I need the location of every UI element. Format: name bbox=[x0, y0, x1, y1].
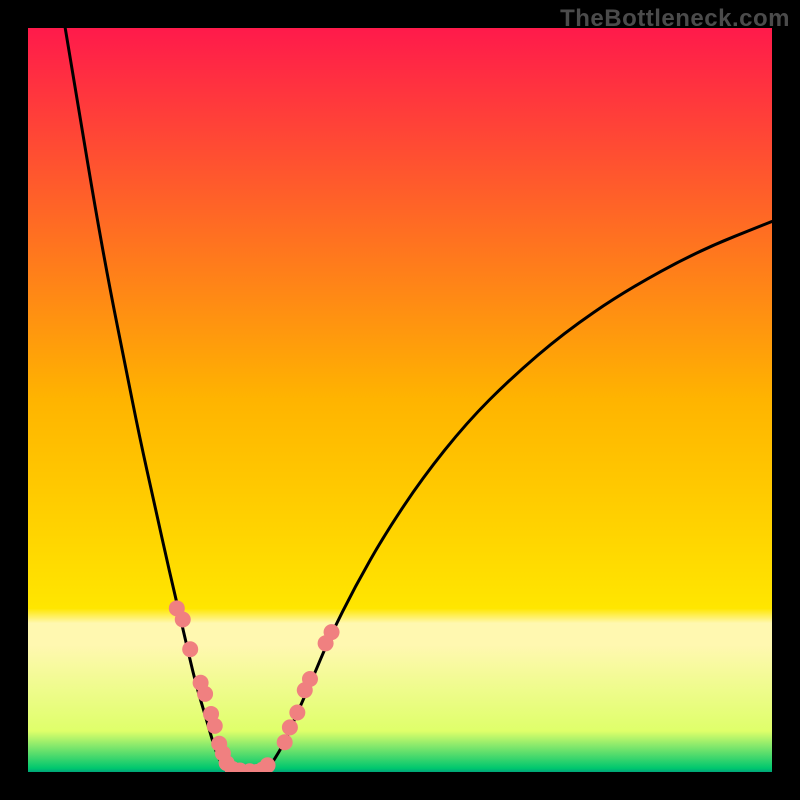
datapoint-marker bbox=[182, 641, 198, 657]
chart-frame: TheBottleneck.com bbox=[0, 0, 800, 800]
gradient-background bbox=[28, 28, 772, 772]
datapoint-marker bbox=[207, 718, 223, 734]
datapoint-marker bbox=[282, 719, 298, 735]
bottleneck-chart bbox=[28, 28, 772, 772]
datapoint-marker bbox=[302, 671, 318, 687]
datapoint-marker bbox=[289, 704, 305, 720]
datapoint-marker bbox=[277, 734, 293, 750]
datapoint-marker bbox=[197, 686, 213, 702]
datapoint-marker bbox=[175, 611, 191, 627]
datapoint-marker bbox=[324, 624, 340, 640]
